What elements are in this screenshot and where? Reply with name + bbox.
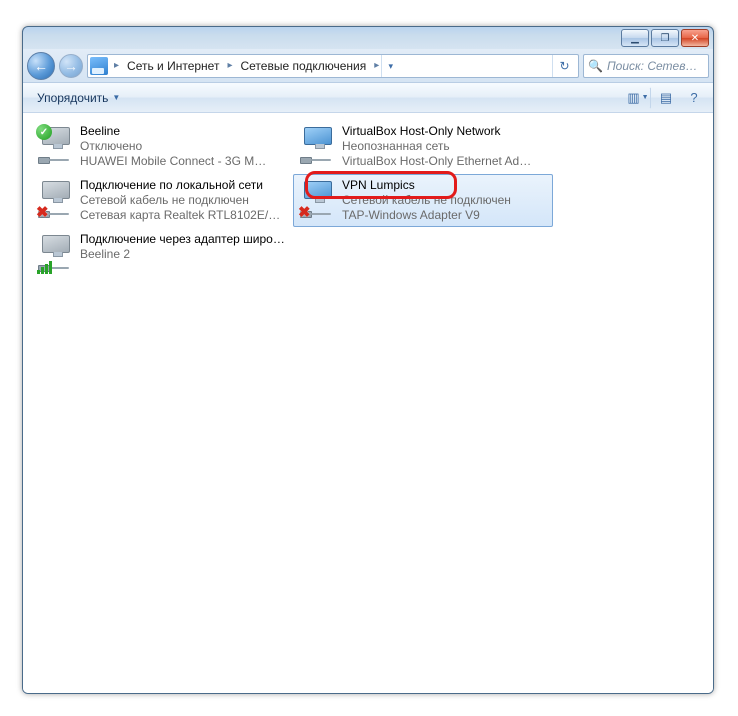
chevron-right-icon[interactable]: ▸ bbox=[225, 60, 234, 71]
help-button[interactable]: ? bbox=[681, 87, 707, 109]
explorer-window: ▁ ❐ ✕ ← → ▸ Сеть и Интернет ▸ Сетевые по… bbox=[22, 26, 714, 694]
content-area: ✓ Beeline Отключено HUAWEI Mobile Connec… bbox=[23, 113, 713, 693]
search-icon: 🔍 bbox=[588, 59, 603, 73]
navbar: ← → ▸ Сеть и Интернет ▸ Сетевые подключе… bbox=[23, 49, 713, 83]
preview-pane-button[interactable]: ▤ bbox=[653, 87, 679, 109]
connection-device: HUAWEI Mobile Connect - 3G M… bbox=[80, 154, 286, 169]
chevron-down-icon: ▼ bbox=[112, 93, 120, 102]
connection-item[interactable]: ✖ VPN Lumpics Сетевой кабель не подключе… bbox=[293, 174, 553, 227]
connection-status: Сетевой кабель не подключен bbox=[80, 193, 286, 208]
breadcrumb-seg-2[interactable]: Сетевые подключения bbox=[234, 55, 372, 77]
breadcrumb[interactable]: ▸ Сеть и Интернет ▸ Сетевые подключения … bbox=[87, 54, 579, 78]
connection-status: Beeline 2 bbox=[80, 247, 286, 262]
maximize-button[interactable]: ❐ bbox=[651, 29, 679, 47]
organize-button[interactable]: Упорядочить ▼ bbox=[29, 88, 128, 108]
network-adapter-icon: ✖ bbox=[298, 178, 338, 220]
connection-item[interactable]: Подключение через адаптер широкополосной… bbox=[31, 228, 291, 278]
location-icon bbox=[90, 57, 108, 75]
search-input[interactable]: 🔍 Поиск: Сетев… bbox=[583, 54, 709, 78]
connections-list: ✓ Beeline Отключено HUAWEI Mobile Connec… bbox=[31, 119, 705, 279]
organize-label: Упорядочить bbox=[37, 91, 108, 105]
connection-item[interactable]: ✓ Beeline Отключено HUAWEI Mobile Connec… bbox=[31, 120, 291, 173]
connection-status: Неопознанная сеть bbox=[342, 139, 548, 154]
network-adapter-icon bbox=[36, 232, 76, 274]
connection-name: Подключение через адаптер широкополосной… bbox=[80, 232, 286, 247]
chevron-down-icon: ▼ bbox=[642, 94, 649, 101]
connection-text: Beeline Отключено HUAWEI Mobile Connect … bbox=[80, 124, 286, 169]
network-adapter-icon bbox=[298, 124, 338, 166]
connection-device: VirtualBox Host-Only Ethernet Ad… bbox=[342, 154, 548, 169]
connection-name: Подключение по локальной сети bbox=[80, 178, 286, 193]
network-adapter-icon: ✓ bbox=[36, 124, 76, 166]
toolbar: Упорядочить ▼ ▥ ▼ ▤ ? bbox=[23, 83, 713, 113]
pane-icon: ▤ bbox=[660, 90, 672, 106]
disconnected-badge-icon: ✖ bbox=[36, 205, 51, 220]
connection-text: Подключение по локальной сети Сетевой ка… bbox=[80, 178, 286, 223]
breadcrumb-seg-1[interactable]: Сеть и Интернет bbox=[121, 55, 225, 77]
minimize-button[interactable]: ▁ bbox=[621, 29, 649, 47]
back-button[interactable]: ← bbox=[27, 52, 55, 80]
connection-name: Beeline bbox=[80, 124, 286, 139]
close-button[interactable]: ✕ bbox=[681, 29, 709, 47]
disconnected-badge-icon: ✖ bbox=[298, 205, 313, 220]
connection-text: VPN Lumpics Сетевой кабель не подключен … bbox=[342, 178, 548, 223]
chevron-right-icon[interactable]: ▸ bbox=[112, 60, 121, 71]
check-badge-icon: ✓ bbox=[36, 124, 52, 140]
chevron-right-icon[interactable]: ▸ bbox=[372, 60, 381, 71]
view-mode-button[interactable]: ▥ ▼ bbox=[625, 87, 651, 109]
titlebar: ▁ ❐ ✕ bbox=[23, 27, 713, 49]
signal-bars-icon bbox=[37, 260, 53, 274]
connection-device: Сетевая карта Realtek RTL8102E/… bbox=[80, 208, 286, 223]
connection-item[interactable]: ✖ Подключение по локальной сети Сетевой … bbox=[31, 174, 291, 227]
refresh-button[interactable]: ↻ bbox=[552, 55, 576, 77]
connection-name: VPN Lumpics bbox=[342, 178, 548, 193]
connection-text: Подключение через адаптер широкополосной… bbox=[80, 232, 286, 262]
connection-text: VirtualBox Host-Only Network Неопознанна… bbox=[342, 124, 548, 169]
help-icon: ? bbox=[690, 90, 697, 105]
connection-name: VirtualBox Host-Only Network bbox=[342, 124, 548, 139]
grid-icon: ▥ bbox=[627, 90, 639, 106]
search-placeholder: Поиск: Сетев… bbox=[607, 59, 698, 73]
breadcrumb-dropdown[interactable]: ▾ bbox=[381, 55, 399, 77]
connection-device: TAP-Windows Adapter V9 bbox=[342, 208, 548, 223]
network-adapter-icon: ✖ bbox=[36, 178, 76, 220]
connection-item[interactable]: VirtualBox Host-Only Network Неопознанна… bbox=[293, 120, 553, 173]
forward-button[interactable]: → bbox=[59, 54, 83, 78]
connection-status: Сетевой кабель не подключен bbox=[342, 193, 548, 208]
connection-status: Отключено bbox=[80, 139, 286, 154]
